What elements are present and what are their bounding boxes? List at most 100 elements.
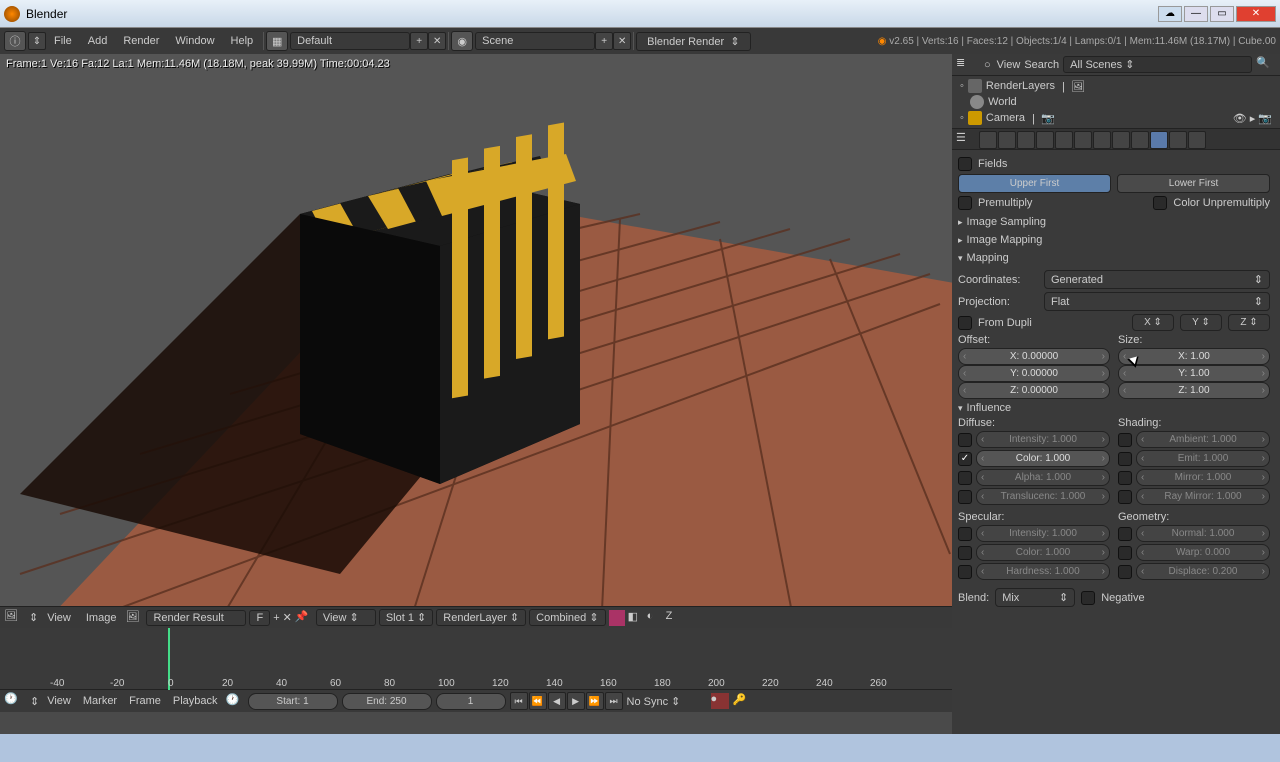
layer-selector[interactable]: RenderLayer ⇕ <box>436 609 526 626</box>
shading-ambient[interactable]: Ambient: 1.000 <box>1136 431 1270 448</box>
scene-remove-button[interactable]: ✕ <box>613 32 631 50</box>
outliner-filter[interactable]: All Scenes ⇕ <box>1063 56 1252 73</box>
menu-file[interactable]: File <box>46 35 80 47</box>
menu-view[interactable]: View <box>43 695 75 707</box>
tab-render[interactable] <box>979 131 997 149</box>
start-frame[interactable]: Start: 1 <box>248 693 338 710</box>
menu-view[interactable]: View <box>41 612 77 624</box>
channel-rgb-icon[interactable]: ◧ <box>628 610 644 626</box>
panel-mapping[interactable]: Mapping <box>958 249 1270 267</box>
diffuse-intensity-check[interactable] <box>958 433 972 447</box>
layout-remove-button[interactable]: ✕ <box>428 32 446 50</box>
blend-select[interactable]: Mix⇕ <box>995 588 1075 607</box>
menu-add[interactable]: Add <box>80 35 116 47</box>
specular-color-check[interactable] <box>958 546 972 560</box>
axis-z[interactable]: Z ⇕ <box>1228 314 1270 331</box>
current-frame[interactable]: 1 <box>436 693 506 710</box>
expand-icon[interactable]: ⇕ <box>28 32 46 50</box>
specular-intensity[interactable]: Intensity: 1.000 <box>976 525 1110 542</box>
sync-mode[interactable]: No Sync ⇕ <box>627 695 707 708</box>
geometry-displace[interactable]: Displace: 0.200 <box>1136 563 1270 580</box>
shading-emit[interactable]: Emit: 1.000 <box>1136 450 1270 467</box>
layout-selector[interactable]: Default <box>290 32 410 50</box>
layout-add-button[interactable]: + <box>410 32 428 50</box>
prev-key-button[interactable]: ⏪ <box>529 692 547 710</box>
offset-z[interactable]: Z: 0.00000 <box>958 382 1110 399</box>
outliner-view[interactable]: View <box>997 59 1021 71</box>
diffuse-translucency-check[interactable] <box>958 490 972 504</box>
scene-add-button[interactable]: + <box>595 32 613 50</box>
size-y[interactable]: Y: 1.00 <box>1118 365 1270 382</box>
viewport[interactable]: Frame:1 Ve:16 Fa:12 La:1 Mem:11.46M (18.… <box>0 54 952 734</box>
tab-physics[interactable] <box>1188 131 1206 149</box>
help-button[interactable]: ☁ <box>1158 6 1182 22</box>
axis-y[interactable]: Y ⇕ <box>1180 314 1222 331</box>
outliner-search[interactable]: Search <box>1024 59 1059 71</box>
panel-image-sampling[interactable]: Image Sampling <box>958 213 1270 231</box>
axis-x[interactable]: X ⇕ <box>1132 314 1174 331</box>
specular-intensity-check[interactable] <box>958 527 972 541</box>
maximize-button[interactable]: ▭ <box>1210 6 1234 22</box>
shading-mirror[interactable]: Mirror: 1.000 <box>1136 469 1270 486</box>
panel-image-mapping[interactable]: Image Mapping <box>958 231 1270 249</box>
shading-mirror-check[interactable] <box>1118 471 1132 485</box>
diffuse-translucency[interactable]: Translucenc: 1.000 <box>976 488 1110 505</box>
lower-first-toggle[interactable]: Lower First <box>1117 174 1270 193</box>
tab-renderlayers[interactable] <box>998 131 1016 149</box>
keying-set-icon[interactable]: 🔑 <box>733 693 751 709</box>
diffuse-alpha[interactable]: Alpha: 1.000 <box>976 469 1110 486</box>
record-button[interactable]: ● <box>711 693 729 709</box>
geometry-normal[interactable]: Normal: 1.000 <box>1136 525 1270 542</box>
timeline-editor-icon[interactable]: 🕐 <box>4 692 26 710</box>
preview-range-icon[interactable]: 🕐 <box>226 693 244 709</box>
diffuse-color-check[interactable] <box>958 452 972 466</box>
pin-icon[interactable]: 📌 <box>295 610 313 626</box>
offset-y[interactable]: Y: 0.00000 <box>958 365 1110 382</box>
scene-icon[interactable]: ◉ <box>451 31 473 51</box>
outliner-item[interactable]: World <box>960 94 1272 110</box>
image-browse-icon[interactable]: 🖼 <box>125 610 143 626</box>
geometry-warp[interactable]: Warp: 0.000 <box>1136 544 1270 561</box>
menu-image[interactable]: Image <box>80 612 123 624</box>
diffuse-alpha-check[interactable] <box>958 471 972 485</box>
view-mode[interactable]: View ⇕ <box>316 609 376 626</box>
panel-influence[interactable]: Influence <box>958 399 1270 417</box>
slot-selector[interactable]: Slot 1 ⇕ <box>379 609 433 626</box>
outliner-item[interactable]: ◦ Camera | 📷 👁 ▸ 📷 <box>960 110 1272 126</box>
premultiply-checkbox[interactable] <box>958 196 972 210</box>
end-frame[interactable]: End: 250 <box>342 693 432 710</box>
fields-checkbox[interactable] <box>958 157 972 171</box>
next-key-button[interactable]: ⏩ <box>586 692 604 710</box>
coordinates-select[interactable]: Generated⇕ <box>1044 270 1270 289</box>
tab-modifiers[interactable] <box>1093 131 1111 149</box>
tab-particles[interactable] <box>1169 131 1187 149</box>
menu-help[interactable]: Help <box>223 35 262 47</box>
menu-window[interactable]: Window <box>167 35 222 47</box>
minimize-button[interactable]: — <box>1184 6 1208 22</box>
channel-z-icon[interactable]: Z <box>666 610 682 626</box>
renderer-selector[interactable]: Blender Render ⇕ <box>636 32 750 51</box>
size-z[interactable]: Z: 1.00 <box>1118 382 1270 399</box>
unpremultiply-checkbox[interactable] <box>1153 196 1167 210</box>
pass-selector[interactable]: Combined ⇕ <box>529 609 605 626</box>
specular-hardness-check[interactable] <box>958 565 972 579</box>
expand-icon[interactable]: ⇕ <box>29 611 38 624</box>
jump-start-button[interactable]: ⏮ <box>510 692 528 710</box>
menu-frame[interactable]: Frame <box>125 695 165 707</box>
shading-emit-check[interactable] <box>1118 452 1132 466</box>
specular-hardness[interactable]: Hardness: 1.000 <box>976 563 1110 580</box>
tab-material[interactable] <box>1131 131 1149 149</box>
diffuse-color[interactable]: Color: 1.000 <box>976 450 1110 467</box>
fake-user-button[interactable]: F <box>249 610 270 626</box>
projection-select[interactable]: Flat⇕ <box>1044 292 1270 311</box>
geometry-displace-check[interactable] <box>1118 565 1132 579</box>
image-name[interactable]: Render Result <box>146 610 246 626</box>
timeline-ruler[interactable]: -40 -20 0 20 40 60 80 100 120 140 160 18… <box>0 628 952 690</box>
close-button[interactable]: ✕ <box>1236 6 1276 22</box>
properties-editor-icon[interactable]: ☰ <box>956 131 978 149</box>
expand-icon[interactable]: ⇕ <box>30 695 39 708</box>
editor-type-icon[interactable]: 🖼 <box>4 609 26 627</box>
menu-marker[interactable]: Marker <box>79 695 121 707</box>
size-x[interactable]: X: 1.00 <box>1118 348 1270 365</box>
shading-raymirror-check[interactable] <box>1118 490 1132 504</box>
